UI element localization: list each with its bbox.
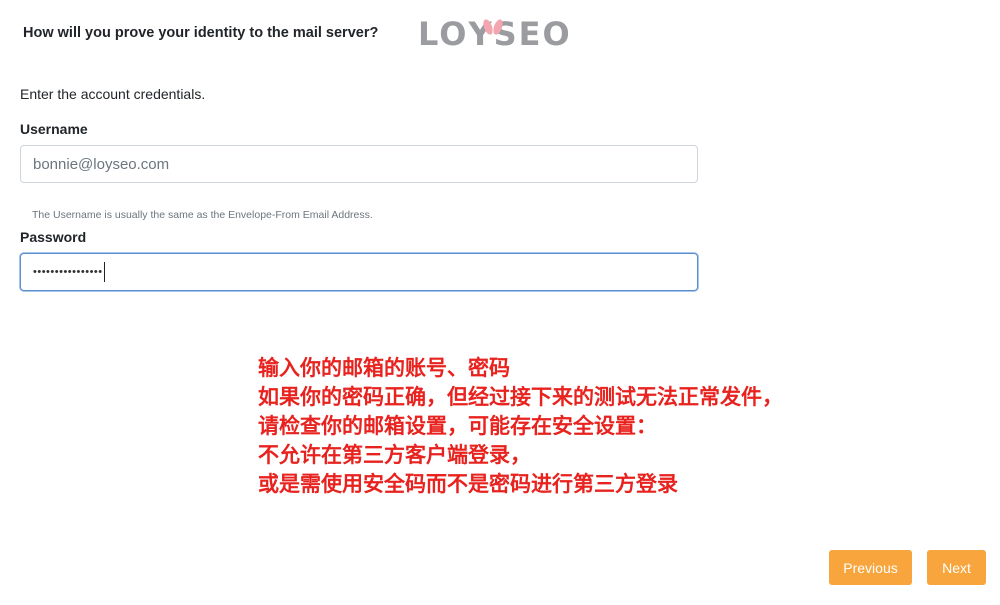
- bunny-ears-icon: [483, 19, 503, 35]
- annotation-line: 输入你的邮箱的账号、密码: [258, 356, 510, 380]
- annotation-line: 请检查你的邮箱设置，可能存在安全设置：: [258, 414, 657, 438]
- annotation-line: 或是需使用安全码而不是密码进行第三方登录: [258, 472, 678, 496]
- logo-text-left: LO: [418, 15, 469, 53]
- username-label: Username: [20, 121, 88, 137]
- username-value: bonnie@loyseo.com: [33, 155, 170, 173]
- text-caret: [103, 262, 105, 282]
- page-title: How will you prove your identity to the …: [23, 25, 379, 41]
- password-label: Password: [20, 229, 87, 245]
- next-button[interactable]: Next: [927, 550, 986, 585]
- password-value: ••••••••••••••••: [33, 266, 103, 278]
- username-help-text: The Username is usually the same as the …: [32, 209, 373, 221]
- username-field[interactable]: bonnie@loyseo.com: [20, 145, 698, 183]
- annotation-note: 输入你的邮箱的账号、密码 如果你的密码正确，但经过接下来的测试无法正常发件， 请…: [258, 354, 783, 499]
- instructions-text: Enter the account credentials.: [20, 86, 206, 102]
- previous-button[interactable]: Previous: [829, 550, 912, 585]
- annotation-line: 不允许在第三方客户端登录，: [258, 443, 531, 467]
- logo: LO Y SEO: [418, 14, 572, 54]
- password-field[interactable]: ••••••••••••••••: [20, 253, 698, 291]
- annotation-line: 如果你的密码正确，但经过接下来的测试无法正常发件，: [258, 385, 783, 409]
